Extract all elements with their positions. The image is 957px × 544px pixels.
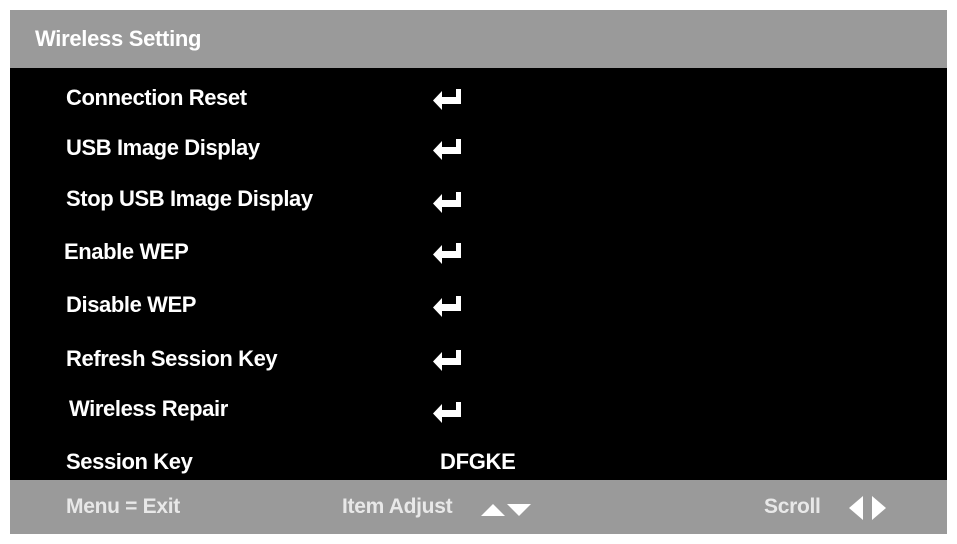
menu-item-label: Refresh Session Key xyxy=(66,346,278,371)
footer-adjust-hint: Item Adjust xyxy=(342,495,453,518)
enter-icon xyxy=(433,402,461,423)
session-key-value: DFGKE xyxy=(440,449,516,474)
enter-icon xyxy=(433,192,461,213)
triangle-down-icon xyxy=(507,504,531,516)
menu-item-label: Wireless Repair xyxy=(69,396,228,421)
wireless-setting-menu: Wireless Setting Connection Reset USB Im… xyxy=(10,10,947,534)
triangle-up-icon xyxy=(481,504,505,516)
menu-item-label: Disable WEP xyxy=(66,292,197,317)
menu-item-connection-reset[interactable]: Connection Reset xyxy=(10,73,947,123)
menu-title: Wireless Setting xyxy=(10,10,947,68)
enter-icon xyxy=(433,296,461,317)
enter-icon xyxy=(433,89,461,110)
menu-item-refresh-session-key[interactable]: Refresh Session Key xyxy=(10,334,947,384)
menu-item-disable-wep[interactable]: Disable WEP xyxy=(10,280,947,330)
menu-item-label: Enable WEP xyxy=(64,239,189,264)
menu-item-label: Stop USB Image Display xyxy=(66,186,313,211)
enter-icon xyxy=(433,139,461,160)
menu-item-label: USB Image Display xyxy=(66,135,260,160)
triangle-right-icon xyxy=(872,496,886,520)
menu-item-stop-usb-image-display[interactable]: Stop USB Image Display xyxy=(10,174,947,224)
menu-list: Connection Reset USB Image Display Stop … xyxy=(10,68,947,480)
enter-icon xyxy=(433,243,461,264)
footer-exit-hint: Menu = Exit xyxy=(66,495,180,518)
menu-item-label: Connection Reset xyxy=(66,85,247,110)
footer-scroll-hint: Scroll xyxy=(764,495,821,518)
menu-item-usb-image-display[interactable]: USB Image Display xyxy=(10,123,947,173)
menu-item-wireless-repair[interactable]: Wireless Repair xyxy=(10,384,947,434)
triangle-left-icon xyxy=(849,496,863,520)
enter-icon xyxy=(433,350,461,371)
menu-item-label: Session Key xyxy=(66,449,193,474)
footer-help-bar: Menu = Exit Item Adjust Scroll xyxy=(10,480,947,534)
menu-item-enable-wep[interactable]: Enable WEP xyxy=(10,227,947,277)
